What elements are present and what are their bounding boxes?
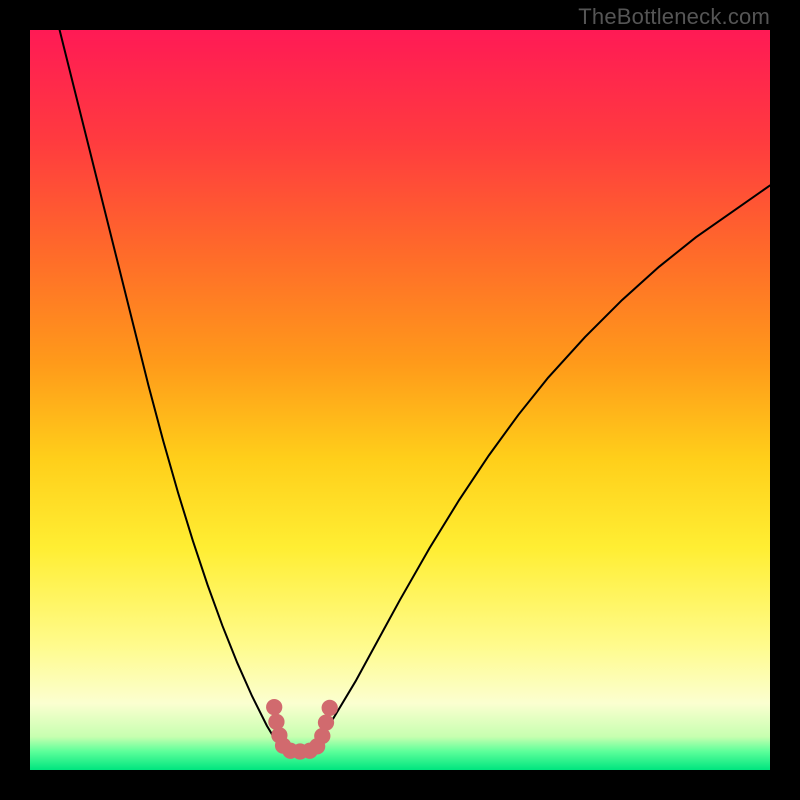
watermark-text: TheBottleneck.com (578, 4, 770, 30)
marker-dot (266, 699, 282, 715)
left-branch-curve (60, 30, 278, 744)
marker-dot (322, 700, 338, 716)
bottleneck-chart: TheBottleneck.com (0, 0, 800, 800)
right-branch-curve (319, 185, 770, 744)
marker-cluster (266, 699, 338, 760)
marker-dot (318, 715, 334, 731)
curve-layer (30, 30, 770, 770)
plot-area (30, 30, 770, 770)
